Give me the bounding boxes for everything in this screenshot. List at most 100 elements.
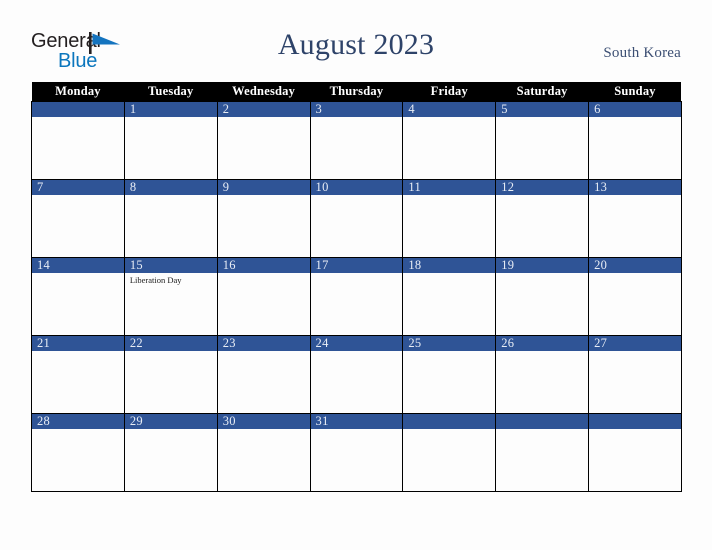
day-number: 21 [37,336,51,350]
weekday-header-monday: Monday [31,82,125,102]
calendar-day-cell[interactable]: 28 [31,413,125,492]
day-cell-inner: 6 [589,102,681,179]
calendar-day-cell[interactable]: 29 [123,413,218,492]
calendar-day-cell[interactable]: 2 [216,101,311,180]
calendar-day-cell[interactable]: 5 [495,101,590,180]
day-number: 18 [408,258,422,272]
day-number: 17 [315,258,329,272]
day-number-bar [124,180,217,195]
calendar-day-cell[interactable]: 26 [495,335,590,414]
calendar-day-cell[interactable]: 22 [123,335,218,414]
day-cell-inner: 20 [589,258,681,335]
calendar-day-cell[interactable] [495,413,590,492]
calendar-day-cell[interactable] [402,413,497,492]
day-cell-inner: 8 [124,180,217,257]
calendar-day-cell[interactable]: 6 [588,101,682,180]
day-cell-inner: 14 [32,258,124,335]
day-cell-inner: 15 Liberation Day [124,258,217,335]
calendar-day-cell[interactable]: 16 [216,257,311,336]
calendar-day-cell[interactable]: 9 [216,179,311,258]
day-number: 28 [37,414,51,428]
calendar-day-cell[interactable]: 3 [309,101,404,180]
day-number: 31 [315,414,329,428]
day-cell-inner: 24 [310,336,403,413]
day-number: 15 [129,258,143,272]
day-cell-inner: 23 [217,336,310,413]
day-number-bar [403,414,496,429]
calendar-day-cell[interactable]: 30 [216,413,311,492]
day-cell-inner [589,414,681,491]
calendar-table: Monday Tuesday Wednesday Thursday Friday… [31,82,682,492]
day-number: 22 [129,336,143,350]
calendar-weekday-header-row: Monday Tuesday Wednesday Thursday Friday… [31,82,682,102]
day-number: 30 [222,414,236,428]
calendar-day-cell[interactable]: 11 [402,179,497,258]
day-cell-inner: 7 [32,180,124,257]
calendar-day-cell[interactable]: 1 [123,101,218,180]
day-cell-inner [32,102,124,179]
day-cell-inner: 12 [496,180,589,257]
day-event-label: Liberation Day [129,275,182,285]
calendar-day-cell[interactable]: 27 [588,335,682,414]
calendar-day-cell[interactable]: 17 [309,257,404,336]
calendar-body: 1 2 3 4 5 6 7 8 9 10 11 12 13 14 15 Liberation Day 16 17 1… [31,101,682,492]
calendar-day-cell[interactable]: 7 [31,179,125,258]
calendar-day-cell[interactable]: 15 Liberation Day [123,257,218,336]
calendar-day-cell[interactable]: 18 [402,257,497,336]
day-cell-inner: 13 [589,180,681,257]
calendar-day-cell[interactable]: 31 [309,413,404,492]
day-number: 3 [315,102,323,116]
weekday-header-thursday: Thursday [310,82,403,102]
calendar-day-cell[interactable]: 13 [588,179,682,258]
calendar-week-row: 21 22 23 24 25 26 27 [31,335,682,414]
day-cell-inner: 19 [496,258,589,335]
weekday-header-friday: Friday [402,82,496,102]
day-number: 24 [315,336,329,350]
calendar-day-cell[interactable]: 25 [402,335,497,414]
calendar-day-cell[interactable]: 10 [309,179,404,258]
country-label: South Korea [603,45,681,61]
calendar-week-row: 1 2 3 4 5 6 [31,101,682,180]
calendar-day-cell[interactable]: 4 [402,101,497,180]
day-number: 7 [37,180,44,194]
day-number: 8 [129,180,137,194]
day-cell-inner: 26 [496,336,589,413]
day-number: 12 [501,180,515,194]
calendar-day-cell[interactable]: 12 [495,179,590,258]
calendar-day-cell[interactable]: 8 [123,179,218,258]
day-number: 27 [594,336,608,350]
day-cell-inner: 17 [310,258,403,335]
weekday-header-saturday: Saturday [495,82,589,102]
day-number-bar [32,102,124,117]
calendar-day-cell[interactable]: 14 [31,257,125,336]
day-cell-inner: 31 [310,414,403,491]
day-number: 13 [594,180,608,194]
day-cell-inner: 5 [496,102,589,179]
day-number: 14 [37,258,51,272]
day-number: 6 [594,102,601,116]
day-cell-inner: 27 [589,336,681,413]
day-number: 2 [222,102,230,116]
calendar-day-cell[interactable]: 19 [495,257,590,336]
calendar-day-cell[interactable]: 24 [309,335,404,414]
day-number-bar [217,180,310,195]
day-cell-inner: 4 [403,102,496,179]
day-number: 29 [129,414,143,428]
calendar-day-cell[interactable]: 20 [588,257,682,336]
day-cell-inner: 25 [403,336,496,413]
day-number: 5 [501,102,508,116]
calendar-day-cell[interactable]: 21 [31,335,125,414]
day-number: 25 [408,336,422,350]
day-cell-inner: 18 [403,258,496,335]
calendar-day-cell[interactable]: 23 [216,335,311,414]
page-header: General Blue August 2023 South Korea [0,0,712,80]
day-cell-inner: 1 [124,102,217,179]
weekday-header-sunday: Sunday [588,82,682,102]
calendar-day-cell[interactable] [588,413,682,492]
day-number-bar [403,102,496,117]
calendar-week-row: 28 29 30 31 [31,413,682,492]
day-cell-inner: 30 [217,414,310,491]
calendar-day-cell[interactable] [31,101,125,180]
day-number-bar [496,414,589,429]
day-number-bar [217,102,310,117]
